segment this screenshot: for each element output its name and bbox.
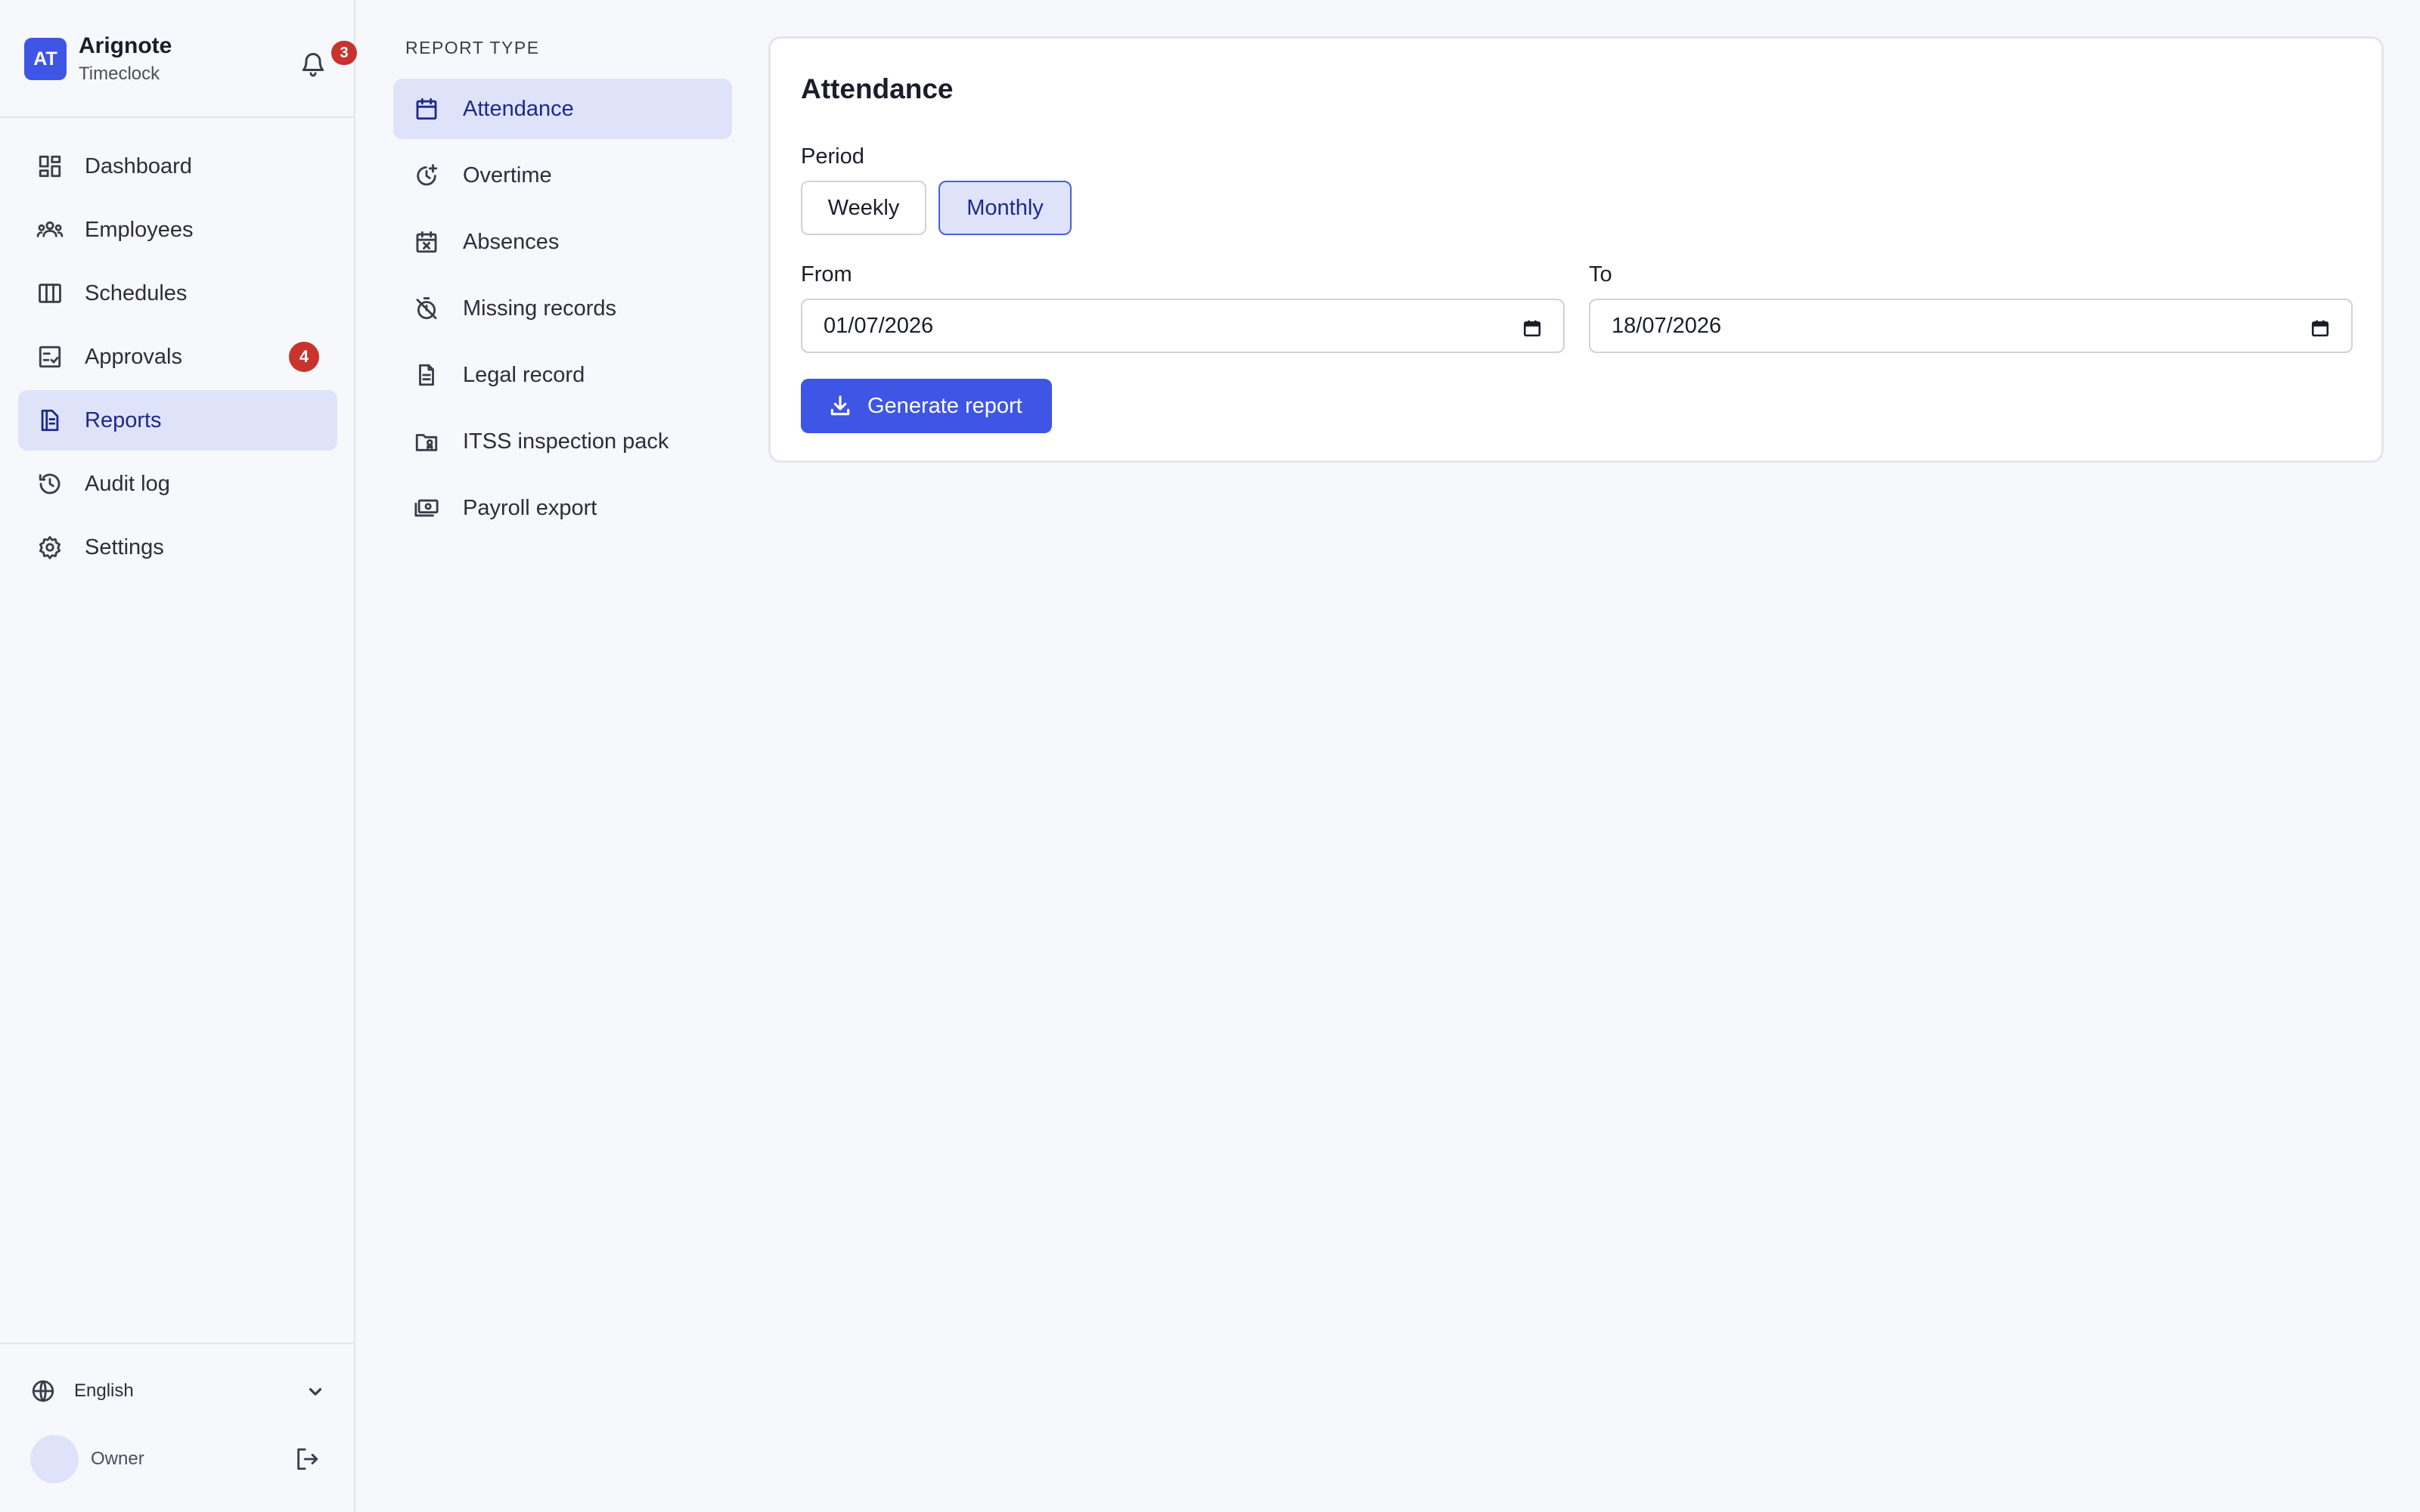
folder-badge-icon <box>413 428 440 455</box>
period-label: Period <box>801 144 864 169</box>
nav-label: Dashboard <box>85 153 192 178</box>
notifications-button[interactable]: 3 <box>292 41 357 86</box>
notification-badge: 3 <box>331 41 357 65</box>
nav-label: Approvals <box>85 344 182 369</box>
generate-report-button[interactable]: Generate report <box>801 379 1052 433</box>
divider <box>0 1343 354 1344</box>
clock-plus-icon <box>413 162 440 189</box>
report-type-absences[interactable]: Absences <box>393 212 732 272</box>
report-type-legal-record[interactable]: Legal record <box>393 345 732 405</box>
nav-label: Reports <box>85 407 162 432</box>
brand-logo: AT <box>24 38 67 80</box>
from-date-value: 01/07/2026 <box>824 313 934 338</box>
report-type-missing-records[interactable]: Missing records <box>393 278 732 339</box>
to-date-value: 18/07/2026 <box>1612 313 1722 338</box>
report-type-heading: REPORT TYPE <box>405 38 540 57</box>
report-type-label: Payroll export <box>463 495 597 520</box>
bell-icon <box>302 53 324 77</box>
from-date-input[interactable]: 01/07/2026 <box>801 299 1565 353</box>
brand-name: Arignote <box>79 33 172 58</box>
calendar-x-icon <box>413 228 440 256</box>
calendar-icon[interactable] <box>1522 318 1542 338</box>
period-weekly-button[interactable]: Weekly <box>801 181 926 235</box>
logout-icon <box>297 1448 318 1470</box>
report-type-label: Absences <box>463 229 560 254</box>
nav-item-employees[interactable]: Employees <box>18 200 337 260</box>
divider <box>0 116 354 118</box>
sidebar: AT Arignote Timeclock 3 Dashboard Employ… <box>0 0 357 1512</box>
timer-off-icon <box>413 295 440 322</box>
report-card: Attendance Period Weekly Monthly From 01… <box>768 36 2384 463</box>
from-label: From <box>801 262 852 287</box>
report-type-label: Attendance <box>463 96 574 121</box>
user-name: Owner <box>91 1448 144 1469</box>
nav-label: Audit log <box>85 471 170 496</box>
generate-report-label: Generate report <box>867 393 1022 418</box>
card-title: Attendance <box>801 73 954 104</box>
nav-item-reports[interactable]: Reports <box>18 390 337 451</box>
document-icon <box>413 361 440 389</box>
main-nav: Dashboard Employees Schedules Approvals … <box>18 136 337 581</box>
language-label: English <box>74 1380 134 1401</box>
report-type-list: Attendance Overtime Absences Missing rec… <box>393 79 732 544</box>
report-type-label: Missing records <box>463 296 617 321</box>
gear-icon <box>36 534 64 561</box>
nav-item-approvals[interactable]: Approvals 4 <box>18 327 337 387</box>
to-date-input[interactable]: 18/07/2026 <box>1589 299 2353 353</box>
report-type-overtime[interactable]: Overtime <box>393 145 732 206</box>
logout-button[interactable] <box>289 1441 325 1477</box>
approvals-count-badge: 4 <box>289 342 319 372</box>
nav-label: Employees <box>85 217 194 242</box>
money-icon <box>413 494 440 522</box>
report-type-label: Legal record <box>463 362 585 387</box>
language-select[interactable]: English <box>30 1373 325 1409</box>
period-monthly-button[interactable]: Monthly <box>939 181 1072 235</box>
nav-item-dashboard[interactable]: Dashboard <box>18 136 337 197</box>
history-icon <box>36 470 64 497</box>
avatar[interactable] <box>30 1435 79 1483</box>
nav-item-audit-log[interactable]: Audit log <box>18 454 337 514</box>
globe-icon <box>32 1380 54 1402</box>
chevron-down-icon <box>309 1388 322 1396</box>
dashboard-icon <box>36 153 64 180</box>
report-type-itss-inspection-pack[interactable]: ITSS inspection pack <box>393 411 732 472</box>
brand: AT Arignote Timeclock 3 <box>24 33 357 88</box>
user-menu: Owner <box>30 1435 325 1483</box>
report-type-label: Overtime <box>463 163 552 187</box>
columns-icon <box>36 280 64 307</box>
calendar-icon[interactable] <box>2310 318 2330 338</box>
calendar-icon <box>413 95 440 122</box>
report-type-label: ITSS inspection pack <box>463 429 669 454</box>
nav-label: Schedules <box>85 280 188 305</box>
nav-item-settings[interactable]: Settings <box>18 517 337 578</box>
nav-item-schedules[interactable]: Schedules <box>18 263 337 324</box>
people-icon <box>36 216 64 243</box>
report-type-payroll-export[interactable]: Payroll export <box>393 478 732 538</box>
to-label: To <box>1589 262 1612 287</box>
report-icon <box>36 407 64 434</box>
report-type-attendance[interactable]: Attendance <box>393 79 732 139</box>
nav-label: Settings <box>85 534 164 559</box>
checklist-icon <box>36 343 64 370</box>
download-icon <box>830 395 850 416</box>
brand-subtitle: Timeclock <box>79 64 160 84</box>
